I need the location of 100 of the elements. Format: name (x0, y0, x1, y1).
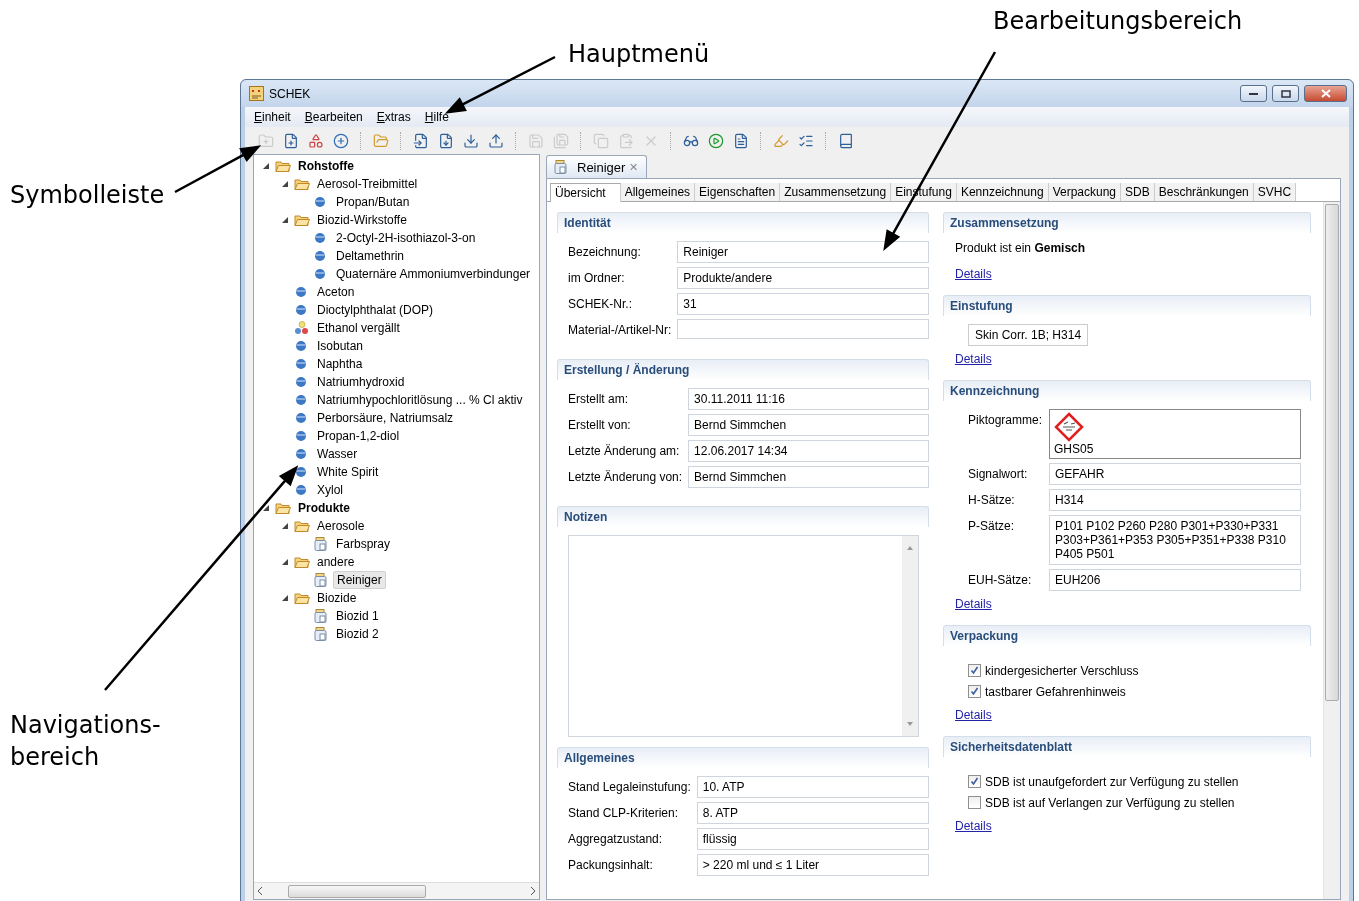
checkbox[interactable] (968, 796, 981, 809)
checkbox-option[interactable]: SDB ist unaufgefordert zur Verfügung zu stellen (943, 771, 1311, 792)
text-field[interactable]: 30.11.2011 11:16 (688, 388, 929, 410)
tree-item[interactable]: Reiniger (333, 571, 386, 589)
expanded-arrow-icon[interactable] (281, 216, 289, 224)
expanded-arrow-icon[interactable] (281, 180, 289, 188)
tab[interactable]: Verpackung (1048, 183, 1121, 201)
file-download-icon (438, 132, 454, 149)
tree-item[interactable]: Dioctylphthalat (DOP) (314, 302, 437, 318)
tree-item[interactable]: Wasser (314, 446, 361, 462)
expanded-arrow-icon[interactable] (262, 162, 270, 170)
tree-item[interactable]: Biozide (314, 590, 360, 606)
text-field[interactable]: H314 (1049, 489, 1301, 511)
tab[interactable]: Beschränkungen (1154, 183, 1254, 201)
text-field[interactable]: Produkte/andere (677, 267, 929, 289)
text-field[interactable]: Bernd Simmchen (688, 466, 929, 488)
text-field[interactable]: flüssig (696, 828, 929, 850)
tree-item[interactable]: Xylol (314, 482, 346, 498)
tree-item[interactable]: Rohstoffe (295, 158, 357, 174)
menu-item[interactable]: Bearbeiten (304, 110, 363, 124)
tree-item[interactable]: Propan/Butan (333, 194, 413, 210)
text-field[interactable] (677, 319, 929, 339)
checkbox[interactable] (968, 685, 981, 698)
checkbox[interactable] (968, 664, 981, 677)
text-field[interactable]: P101 P102 P260 P280 P301+P330+P331 P303+P361+P353 P305+P351+P338 P310 P405 P501 (1049, 515, 1301, 565)
field-label: Stand CLP-Kriterien: (568, 805, 680, 822)
details-link[interactable]: Details (955, 597, 992, 611)
expanded-arrow-icon[interactable] (281, 522, 289, 530)
folder-icon (294, 519, 310, 533)
upload-icon (488, 132, 504, 149)
tab[interactable]: SVHC (1253, 183, 1297, 201)
folder-plus-icon (258, 132, 274, 149)
tree-item[interactable]: Aerosole (314, 518, 368, 534)
tree-item[interactable]: andere (314, 554, 358, 570)
text-field[interactable]: 8. ATP (696, 802, 929, 824)
tree-item[interactable]: White Spirit (314, 464, 382, 480)
field-label: H-Sätze: (968, 492, 1016, 509)
tab[interactable]: Allgemeines (620, 183, 696, 201)
tree-item[interactable]: Perborsäure, Natriumsalz (314, 410, 457, 426)
menu-item[interactable]: Hilfe (424, 110, 449, 124)
tab[interactable]: Kennzeichnung (956, 183, 1049, 201)
text-field[interactable]: 31 (677, 293, 929, 315)
tab[interactable]: Übersicht (550, 183, 621, 202)
menu-item[interactable]: Einheit (254, 110, 291, 124)
tree-item[interactable]: Biozid 2 (333, 626, 382, 642)
tree-item[interactable]: Farbspray (333, 536, 394, 552)
expanded-arrow-icon[interactable] (281, 558, 289, 566)
tree-item[interactable]: Biozid 1 (333, 608, 382, 624)
tree-item[interactable]: Natriumhypochloritlösung ... % Cl aktiv (314, 392, 526, 408)
text-field[interactable]: GEFAHR (1049, 463, 1301, 485)
details-link[interactable]: Details (955, 819, 992, 833)
field-label: SCHEK-Nr.: (568, 296, 633, 313)
minimize-button[interactable] (1240, 85, 1267, 102)
tab[interactable]: SDB (1121, 183, 1155, 201)
text-field[interactable]: > 220 ml und ≤ 1 Liter (696, 854, 929, 876)
tree-item[interactable]: Quaternäre Ammoniumverbindunger (333, 266, 534, 282)
checkbox-option[interactable]: tastbarer Gefahrenhinweis (943, 681, 1311, 702)
details-link[interactable]: Details (955, 267, 992, 281)
field-label: Erstellt von: (568, 417, 632, 434)
section-header: Erstellung / Änderung (557, 359, 929, 380)
maximize-button[interactable] (1272, 85, 1299, 102)
tab[interactable]: Eigenschaften (695, 183, 781, 201)
tree-item[interactable]: Isobutan (314, 338, 367, 354)
tree-item[interactable]: Aceton (314, 284, 358, 300)
tree-item[interactable]: Naphtha (314, 356, 366, 372)
save-all-icon (553, 132, 569, 149)
checkbox-label: tastbarer Gefahrenhinweis (985, 684, 1126, 699)
tree-item[interactable]: 2-Octyl-2H-isothiazol-3-on (333, 230, 479, 246)
vertical-scrollbar[interactable] (1323, 202, 1340, 899)
tree-item[interactable]: Propan-1,2-diol (314, 428, 403, 444)
horizontal-scrollbar[interactable] (254, 882, 539, 899)
text-field[interactable]: Bernd Simmchen (688, 414, 929, 436)
details-link[interactable]: Details (955, 708, 992, 722)
section-header: Allgemeines (557, 747, 929, 768)
text-field[interactable]: EUH206 (1049, 569, 1301, 591)
field-label: Letzte Änderung am: (568, 443, 681, 460)
checkbox-option[interactable]: SDB ist auf Verlangen zur Verfügung zu stellen (943, 792, 1311, 813)
checkbox[interactable] (968, 775, 981, 788)
tree-item[interactable]: Ethanol vergällt (314, 320, 403, 336)
text-field[interactable]: Reiniger (677, 241, 929, 263)
tree-item[interactable]: Biozid-Wirkstoffe (314, 212, 410, 228)
editor-tab[interactable]: Reiniger ✕ (546, 155, 648, 178)
field-label: Erstellt am: (568, 391, 629, 408)
tree-item[interactable]: Aerosol-Treibmittel (314, 176, 421, 192)
notes-field[interactable] (568, 535, 919, 737)
tree-item[interactable]: Produkte (295, 500, 353, 516)
expanded-arrow-icon[interactable] (281, 594, 289, 602)
details-link[interactable]: Details (955, 352, 992, 366)
checkbox-option[interactable]: kindergesicherter Verschluss (943, 660, 1311, 681)
scrollbar[interactable] (902, 536, 918, 736)
text-field[interactable]: 12.06.2017 14:34 (688, 440, 929, 462)
tree-item[interactable]: Natriumhydroxid (314, 374, 408, 390)
field-label: Material-/Artikel-Nr: (568, 322, 672, 339)
text-field[interactable]: 10. ATP (696, 776, 929, 798)
menu-item[interactable]: Extras (376, 110, 411, 124)
tree-item[interactable]: Deltamethrin (333, 248, 408, 264)
tab[interactable]: Zusammensetzung (780, 183, 892, 201)
folder-icon (294, 591, 310, 605)
file-import-icon (413, 132, 429, 149)
close-button[interactable] (1304, 85, 1347, 102)
